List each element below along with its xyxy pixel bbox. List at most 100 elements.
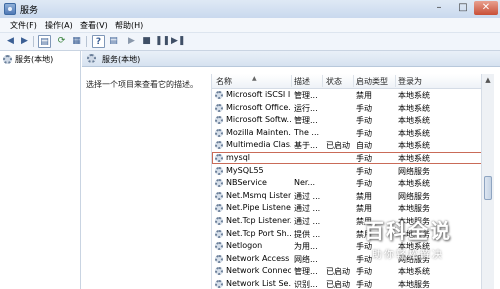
service-status-cell: 已启动 (326, 267, 350, 277)
service-name-cell: Network Access ... (226, 253, 291, 263)
properties-icon[interactable]: ▤ (107, 35, 120, 48)
service-logon-cell: 网络服务 (398, 191, 430, 201)
service-startup-type-cell: 手动 (356, 116, 372, 126)
table-row[interactable]: Network List Se... 识别... 已启动 手动 本地服务 (212, 278, 482, 289)
table-header: 名称 ▲ 描述 状态 启动类型 登录为 (212, 74, 482, 89)
service-name-cell: Net.Pipe Listene... (226, 203, 291, 213)
service-startup-type-cell: 禁用 (356, 91, 372, 100)
service-gear-icon (215, 91, 223, 99)
service-description-cell: 通过 ... (294, 191, 321, 201)
sort-ascending-icon: ▲ (252, 75, 257, 82)
service-gear-icon (215, 128, 223, 137)
service-description-cell: The ... (294, 127, 320, 137)
service-description-cell: 运行... (294, 103, 318, 113)
service-startup-type-cell: 禁用 (356, 191, 372, 201)
service-logon-cell: 本地服务 (398, 204, 430, 214)
scroll-up-arrow-icon[interactable]: ▲ (482, 74, 494, 86)
service-name-cell: Net.Tcp Listener... (226, 216, 291, 225)
service-logon-cell: 本地系统 (398, 103, 430, 113)
service-name-cell: Net.Msmq Listen... (226, 190, 291, 200)
service-description-cell: Ner... (294, 178, 316, 188)
table-row[interactable]: Network Connec...管理... 已启动手动 本地系统 (212, 265, 482, 277)
service-logon-cell: 本地系统 (398, 128, 430, 138)
table-row[interactable]: NBService Ner... 手动 本地系统 (212, 177, 482, 189)
menu-view[interactable]: 查看(V) (80, 20, 108, 31)
table-row[interactable]: mysql 手动 本地系统 (212, 152, 482, 164)
service-gear-icon (215, 166, 223, 175)
service-startup-type-cell: 手动 (356, 128, 372, 138)
service-name-cell: Network List Se... (226, 279, 291, 288)
minimize-button[interactable]: – (428, 1, 450, 15)
scrollbar-thumb[interactable] (484, 176, 492, 200)
service-name-cell: Microsoft iSCSI I... (226, 90, 291, 99)
service-gear-icon (215, 280, 223, 288)
service-description-cell: 识别... (294, 280, 318, 289)
window-title: 服务 (20, 6, 39, 16)
export-list-icon[interactable]: ▦ (70, 35, 83, 48)
column-header-startup-type[interactable]: 启动类型 (356, 76, 388, 87)
tree-item-label: 服务(本地) (15, 55, 54, 64)
table-row[interactable]: Microsoft Office... 运行... 手动 本地系统 (212, 102, 482, 114)
table-row[interactable]: Multimedia Clas... 基于... 已启动 自动 本地系统 (212, 139, 482, 151)
maximize-button[interactable]: □ (452, 1, 474, 15)
service-gear-icon (215, 217, 223, 225)
service-logon-cell: 本地系统 (398, 267, 430, 277)
console-tree-toggle-icon[interactable]: ▤ (38, 35, 51, 48)
service-description-cell: 通过 ... (294, 204, 321, 214)
menu-file[interactable]: 文件(F) (10, 20, 37, 31)
column-header-status[interactable]: 状态 (326, 76, 342, 87)
service-name-cell: Microsoft Office... (226, 102, 291, 112)
service-description-cell: 网络... (294, 254, 318, 264)
service-startup-type-cell: 手动 (356, 154, 372, 163)
help-icon[interactable]: ? (92, 35, 105, 48)
column-header-log-on-as[interactable]: 登录为 (398, 76, 422, 87)
menu-action[interactable]: 操作(A) (45, 20, 73, 31)
gear-icon (87, 54, 96, 63)
table-row[interactable]: Microsoft Softw... 管理... 手动 本地系统 (212, 114, 482, 126)
service-description-cell: 通过 ... (294, 217, 321, 226)
table-row[interactable]: MySQL55 手动 网络服务 (212, 165, 482, 177)
title-bar: 服务 – □ ✕ (0, 0, 500, 19)
service-gear-icon (215, 103, 223, 112)
service-name-cell: Net.Tcp Port Sh... (226, 228, 291, 238)
pause-service-icon[interactable]: ❚❚ (155, 35, 170, 48)
service-startup-type-cell: 手动 (356, 166, 372, 176)
table-row[interactable]: Mozilla Mainten... The ... 手动 本地系统 (212, 127, 482, 139)
restart-service-icon[interactable]: ▶❚ (171, 35, 185, 48)
service-gear-icon (215, 191, 223, 200)
service-startup-type-cell: 自动 (356, 141, 372, 151)
service-name-cell: Mozilla Mainten... (226, 127, 291, 137)
service-logon-cell: 本地服务 (398, 280, 430, 289)
description-hint: 选择一个项目来查看它的描述。 (86, 80, 198, 89)
service-startup-type-cell: 禁用 (356, 204, 372, 214)
menu-help[interactable]: 帮助(H) (115, 20, 143, 31)
table-row[interactable]: Microsoft iSCSI I... 管理... 禁用 本地系统 (212, 89, 482, 101)
start-service-icon[interactable]: ▶ (125, 35, 138, 48)
service-gear-icon (215, 242, 223, 251)
service-gear-icon (215, 254, 223, 263)
back-arrow-icon[interactable]: ◀ (4, 35, 17, 48)
service-status-cell: 已启动 (326, 280, 350, 289)
toolbar: ◀ ▶ ▤ ⟳ ▦ ? ▤ ▶ ■ ❚❚ ▶❚ (0, 33, 500, 51)
tree-item-services-local[interactable]: 服务(本地) (3, 54, 53, 65)
table-row[interactable]: Net.Pipe Listene...通过 ... 禁用 本地服务 (212, 202, 482, 214)
column-header-description[interactable]: 描述 (294, 76, 310, 87)
service-gear-icon (215, 154, 223, 162)
service-logon-cell: 本地系统 (398, 91, 430, 100)
watermark: 百科全说 助你轻松解决 (364, 215, 484, 261)
service-logon-cell: 本地系统 (398, 141, 430, 151)
service-startup-type-cell: 手动 (356, 179, 372, 189)
service-logon-cell: 本地系统 (398, 154, 430, 163)
forward-arrow-icon[interactable]: ▶ (18, 35, 31, 48)
service-description-cell: 管理... (294, 267, 318, 277)
console-tree-pane: 服务(本地) (0, 51, 81, 289)
service-gear-icon (215, 267, 223, 276)
stop-service-icon[interactable]: ■ (140, 35, 153, 48)
refresh-icon[interactable]: ⟳ (55, 35, 68, 48)
column-header-name[interactable]: 名称 ▲ (216, 75, 257, 87)
service-description-cell: 提供 ... (294, 229, 321, 239)
close-button[interactable]: ✕ (474, 1, 498, 15)
table-row[interactable]: Net.Msmq Listen...通过 ... 禁用 网络服务 (212, 190, 482, 202)
service-description-cell: 管理... (294, 116, 318, 126)
service-gear-icon (215, 116, 223, 125)
